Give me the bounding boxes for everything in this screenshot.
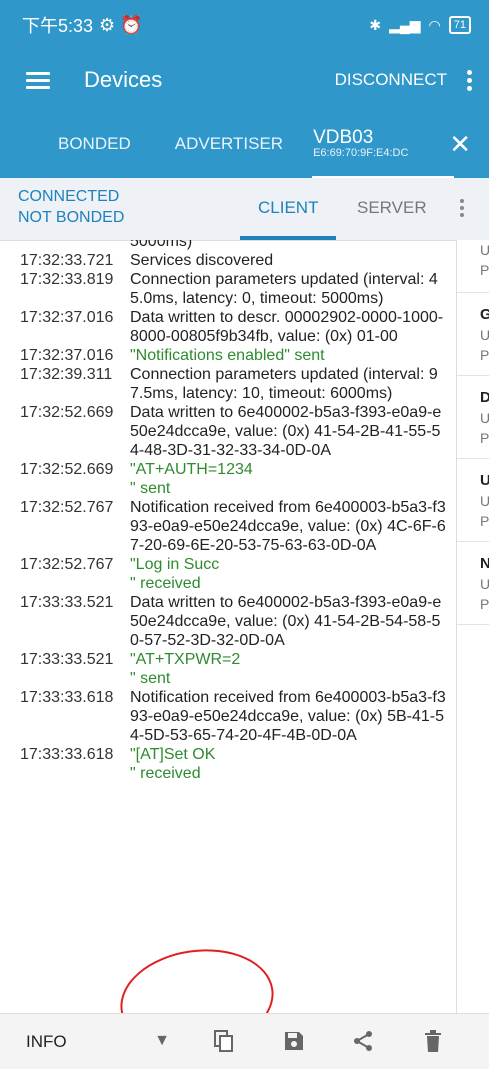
log-message: "[AT]Set OK " received: [130, 746, 216, 782]
service-row[interactable]: NUP: [457, 542, 489, 625]
copy-icon[interactable]: [210, 1026, 238, 1056]
battery-icon: 71: [448, 16, 471, 34]
log-message: Connection parameters updated (interval:…: [130, 271, 438, 307]
log-time: 17:33:33.521: [20, 594, 114, 611]
log-entry: 17:32:52.767 "Log in Succ " received: [0, 555, 456, 593]
save-icon[interactable]: [280, 1026, 308, 1056]
log-time: 17:32:52.767: [20, 556, 114, 573]
service-detail: U: [480, 242, 489, 258]
log-entry: 5000ms): [0, 240, 456, 251]
bond-label: NOT BONDED: [18, 209, 125, 226]
log-message: Data written to 6e400002-b5a3-f393-e0a9-…: [130, 404, 442, 459]
tab-client[interactable]: CLIENT: [258, 198, 318, 218]
service-detail: U: [480, 410, 489, 426]
bottom-toolbar: INFO ▼: [0, 1013, 489, 1069]
log-time: 17:32:37.016: [20, 347, 114, 364]
service-row[interactable]: UP: [457, 240, 489, 293]
log-entry: 17:33:33.618 Notification received from 6…: [0, 688, 456, 745]
service-title: D: [480, 389, 489, 406]
log-entry: 17:32:52.669 "AT+AUTH=1234 " sent: [0, 460, 456, 498]
status-time: 下午5:33: [22, 16, 94, 36]
log-entry: 17:32:52.669 Data written to 6e400002-b5a…: [0, 403, 456, 460]
service-detail: P: [480, 262, 489, 278]
menu-icon[interactable]: [26, 68, 50, 93]
service-row[interactable]: UUP: [457, 459, 489, 542]
log-time: [20, 240, 130, 251]
notification-icons: ⚙ ⏰: [99, 14, 143, 35]
log-message: Data written to 6e400002-b5a3-f393-e0a9-…: [130, 594, 442, 649]
log-entry: 17:32:33.819 Connection parameters update…: [0, 270, 456, 308]
log-time: 17:32:37.016: [20, 309, 114, 326]
disconnect-button[interactable]: DISCONNECT: [335, 70, 447, 90]
service-detail: P: [480, 430, 489, 446]
share-icon[interactable]: [349, 1026, 377, 1056]
log-time: 17:33:33.618: [20, 746, 114, 763]
service-detail: P: [480, 596, 489, 612]
service-row[interactable]: DUP: [457, 376, 489, 459]
service-row[interactable]: GUP: [457, 293, 489, 376]
dropdown-arrow-icon[interactable]: ▼: [148, 1026, 176, 1056]
log-list[interactable]: 5000ms) 17:32:33.721 Services discovered 17…: [0, 240, 456, 1013]
tab-bonded[interactable]: BONDED: [58, 134, 131, 154]
log-message: "Notifications enabled" sent: [130, 347, 325, 364]
service-detail: U: [480, 327, 489, 343]
wifi-icon: ◠: [428, 16, 441, 33]
log-entry: 17:33:33.521 "AT+TXPWR=2 " sent: [0, 650, 456, 688]
service-title: N: [480, 555, 489, 572]
log-entry: 17:33:33.521 Data written to 6e400002-b5a…: [0, 593, 456, 650]
log-entry: 17:32:52.767 Notification received from 6…: [0, 498, 456, 555]
log-time: 17:32:52.669: [20, 404, 114, 421]
more-options-icon[interactable]: [467, 67, 473, 94]
log-time: 17:33:33.521: [20, 651, 114, 668]
log-entry: 17:32:33.721 Services discovered: [0, 251, 456, 270]
service-title: U: [480, 472, 489, 489]
log-message: Connection parameters updated (interval:…: [130, 366, 438, 402]
connected-label: CONNECTED: [18, 188, 120, 205]
log-entry: 17:32:37.016 Data written to descr. 00002…: [0, 308, 456, 346]
log-message: "AT+AUTH=1234 " sent: [130, 461, 253, 497]
log-message: "AT+TXPWR=2 " sent: [130, 651, 241, 687]
log-message: "Log in Succ " received: [130, 556, 220, 592]
service-detail: U: [480, 493, 489, 509]
log-entry: 17:32:37.016 "Notifications enabled" sent: [0, 346, 456, 365]
device-name: VDB03: [313, 127, 374, 149]
signal-icon: ▂▄▆: [389, 16, 421, 33]
connection-bar: CONNECTED NOT BONDED CLIENT SERVER: [0, 178, 489, 241]
log-message: Notification received from 6e400003-b5a3…: [130, 499, 446, 554]
log-message: Notification received from 6e400003-b5a3…: [130, 689, 446, 744]
connection-status: CONNECTED NOT BONDED: [18, 186, 124, 228]
service-title: G: [480, 306, 489, 323]
log-time: 17:32:52.669: [20, 461, 114, 478]
log-time: 17:33:33.618: [20, 689, 114, 706]
log-entry: 17:32:39.311 Connection parameters update…: [0, 365, 456, 403]
log-message: 5000ms): [130, 240, 193, 250]
page-title: Devices: [84, 67, 163, 92]
log-time: 17:32:33.721: [20, 252, 114, 269]
delete-icon[interactable]: [419, 1026, 447, 1056]
log-time: 17:32:52.767: [20, 499, 114, 516]
status-bar: 下午5:33 ⚙ ⏰ ✱ ▂▄▆ ◠ 71: [0, 0, 489, 50]
log-message: Data written to descr. 00002902-0000-100…: [130, 309, 444, 345]
device-mac: E6:69:70:9F:E4:DC: [313, 147, 409, 160]
log-level-select[interactable]: INFO: [26, 1032, 67, 1052]
log-message: Services discovered: [130, 252, 274, 269]
tab-device[interactable]: VDB03 E6:69:70:9F:E4:DC: [313, 128, 408, 159]
bluetooth-icon: ✱: [369, 16, 382, 33]
service-detail: P: [480, 513, 489, 529]
service-detail: P: [480, 347, 489, 363]
service-detail: U: [480, 576, 489, 592]
app-bar: Devices DISCONNECT: [0, 50, 489, 110]
tab-advertiser[interactable]: ADVERTISER: [175, 134, 283, 154]
close-icon[interactable]: ✕: [449, 129, 471, 160]
log-time: 17:32:39.311: [20, 366, 113, 383]
log-entry: 17:33:33.618 "[AT]Set OK " received: [0, 745, 456, 783]
device-tabs: BONDED ADVERTISER VDB03 E6:69:70:9F:E4:D…: [0, 110, 489, 178]
tab-server[interactable]: SERVER: [357, 198, 427, 218]
log-time: 17:32:33.819: [20, 271, 114, 288]
overflow-icon[interactable]: [460, 196, 465, 220]
services-panel[interactable]: UPGUPDUPUUPNUP: [457, 240, 489, 1013]
